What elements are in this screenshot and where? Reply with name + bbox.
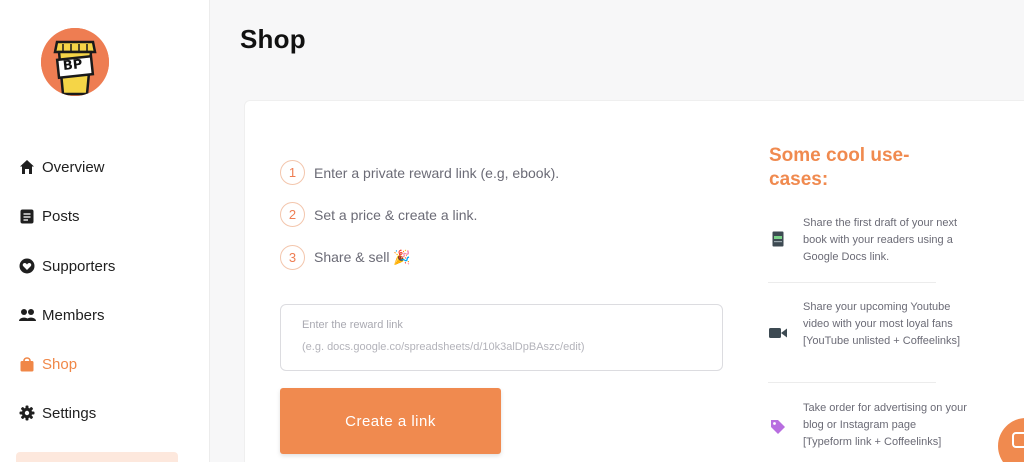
sidebar-item-label: Settings	[42, 404, 97, 422]
sidebar-item-label: Overview	[42, 158, 105, 176]
create-link-button[interactable]: Create a link	[280, 388, 501, 454]
sidebar-item-label: Members	[42, 306, 105, 324]
posts-icon	[18, 207, 36, 225]
step-2: 2 Set a price & create a link.	[280, 202, 477, 227]
reward-link-input[interactable]	[302, 341, 702, 353]
step-number: 3	[280, 245, 305, 270]
profile-logo[interactable]: BP	[41, 28, 109, 96]
sidebar-item-overview[interactable]: Overview	[18, 154, 105, 180]
sidebar-item-label: Supporters	[42, 257, 116, 275]
step-text: Share & sell 🎉	[314, 249, 411, 265]
home-icon	[18, 158, 36, 176]
reward-link-label: Enter the reward link	[302, 319, 403, 331]
use-case-text: Share the first draft of your next book …	[803, 217, 958, 263]
sidebar: BP Overview Posts Supporters Members Sho…	[0, 0, 210, 462]
sidebar-item-settings[interactable]: Settings	[18, 400, 96, 426]
sidebar-upgrade-banner[interactable]	[16, 452, 178, 462]
use-cases-title: Some cool use-cases:	[769, 145, 910, 190]
shop-bag-icon	[18, 355, 36, 373]
step-text: Set a price & create a link.	[314, 206, 478, 223]
reward-link-field[interactable]: Enter the reward link	[280, 304, 723, 371]
sidebar-item-members[interactable]: Members	[18, 302, 105, 328]
step-3: 3 Share & sell 🎉	[280, 245, 411, 270]
book-icon	[768, 229, 788, 249]
logo-text: BP	[62, 57, 84, 74]
sidebar-item-label: Posts	[42, 207, 80, 225]
chat-icon	[1012, 432, 1024, 448]
sidebar-item-supporters[interactable]: Supporters	[18, 253, 115, 279]
divider	[768, 382, 936, 383]
gear-icon	[18, 404, 36, 422]
page-title: Shop	[240, 24, 306, 54]
step-number: 1	[280, 160, 305, 185]
heart-icon	[18, 257, 36, 275]
use-case-text: Share your upcoming Youtube video with y…	[803, 301, 961, 347]
sidebar-item-label: Shop	[42, 355, 78, 373]
step-text: Enter a private reward link (e.g, ebook)…	[314, 164, 560, 181]
sidebar-item-shop[interactable]: Shop	[18, 351, 77, 377]
sidebar-item-posts[interactable]: Posts	[18, 203, 80, 229]
members-icon	[18, 306, 36, 324]
video-camera-icon	[768, 323, 788, 343]
step-number: 2	[280, 202, 305, 227]
divider	[768, 282, 936, 283]
use-case-text: Take order for advertising on your blog …	[803, 402, 967, 448]
tag-icon	[768, 417, 788, 437]
step-1: 1 Enter a private reward link (e.g, eboo…	[280, 160, 559, 185]
